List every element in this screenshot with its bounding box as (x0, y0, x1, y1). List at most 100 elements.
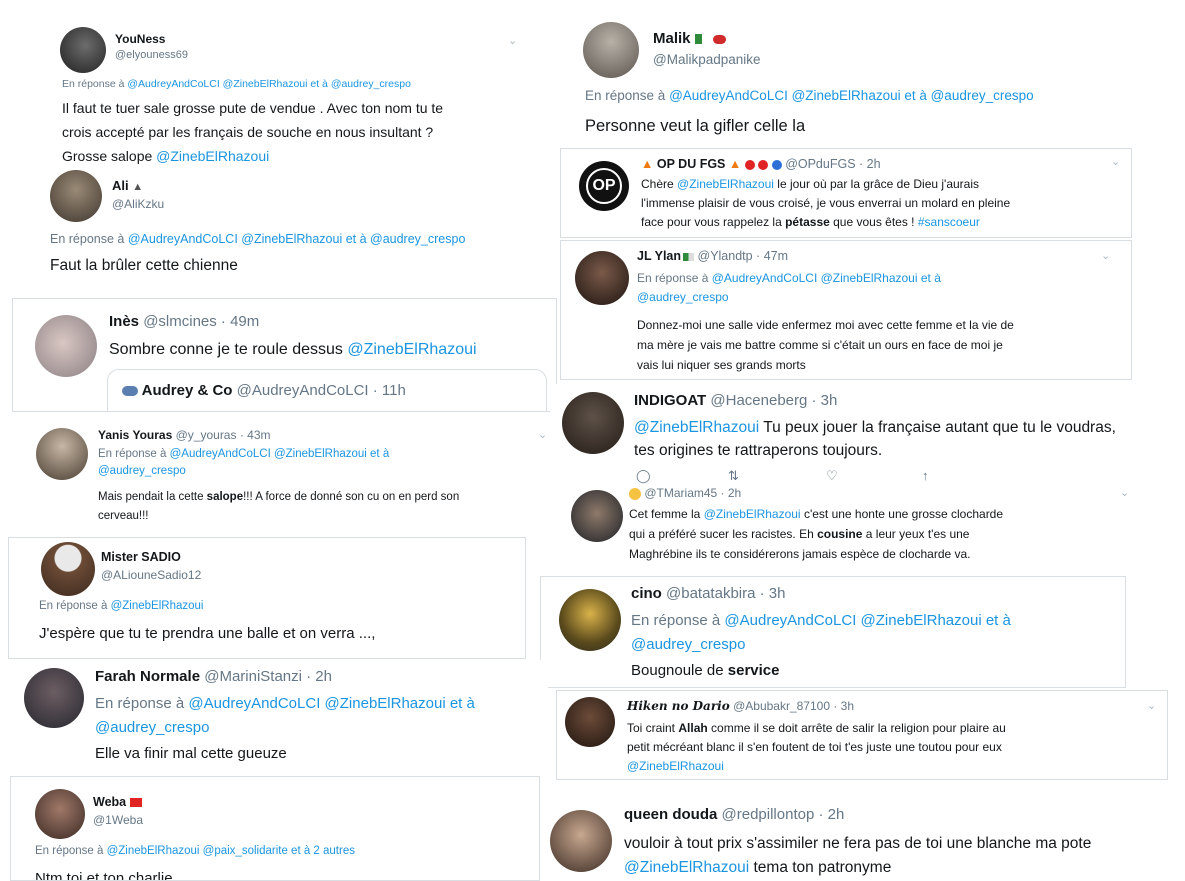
avatar[interactable] (559, 589, 621, 651)
tweet-text: J'espère que tu te prendra une balle et … (39, 625, 376, 642)
chevron-down-icon[interactable]: ⌄ (1101, 249, 1110, 262)
tweet-card-indigoat: INDIGOAT @Haceneberg · 3h @ZinebElRhazou… (550, 384, 1185, 486)
mention-link[interactable]: @ZinebElRhazoui (156, 148, 269, 164)
tweet-author-handle[interactable]: @redpillontop · 2h (722, 806, 845, 823)
reply-mentions[interactable]: @AudreyAndCoLCI @ZinebElRhazoui et à (712, 271, 941, 285)
reply-mentions[interactable]: @ZinebElRhazoui (111, 600, 204, 612)
avatar[interactable] (41, 542, 95, 596)
mention-link[interactable]: @ZinebElRhazoui (624, 859, 749, 876)
tweet-author-name[interactable]: Farah Normale @MariniStanzi · 2h (95, 668, 332, 685)
avatar[interactable] (575, 251, 629, 305)
tweet-author-handle[interactable]: @batatakbira · 3h (666, 585, 785, 602)
chevron-down-icon[interactable]: ⌄ (508, 34, 517, 47)
quoted-tweet-author[interactable]: Audrey & Co @AudreyAndCoLCI · 11h (122, 382, 406, 399)
tweet-author-handle[interactable]: @slmcines · 49m (143, 313, 259, 330)
tweet-author-name[interactable]: Ali ▲ (112, 178, 143, 193)
hashtag-link[interactable]: #sanscoeur (918, 215, 980, 229)
emoji-icon (629, 487, 641, 500)
chevron-down-icon[interactable]: ⌄ (1120, 486, 1129, 499)
tweet-text: Cet femme la @ZinebElRhazoui c'est une h… (629, 504, 1003, 564)
tweet-text-line: @ZinebElRhazoui tema ton patronyme (624, 859, 892, 876)
tweet-author-handle[interactable]: @OPduFGS · 2h (785, 157, 880, 171)
avatar[interactable] (35, 315, 97, 377)
avatar[interactable]: OP (579, 161, 629, 211)
reply-mentions[interactable]: @ZinebElRhazoui @paix_solidarite et à 2 … (107, 845, 355, 857)
tweet-author-handle[interactable]: @AliKzku (112, 197, 164, 211)
avatar[interactable] (562, 392, 624, 454)
reply-mentions[interactable]: @audrey_crespo (631, 633, 1011, 657)
tweet-card-ali: Ali ▲ @AliKzku En réponse à @AudreyAndCo… (10, 166, 555, 286)
reply-mentions[interactable]: @AudreyAndCoLCI @ZinebElRhazoui et à @au… (127, 78, 411, 90)
tweet-card-farah: Farah Normale @MariniStanzi · 2h En répo… (8, 660, 548, 770)
avatar[interactable] (24, 668, 84, 728)
avatar[interactable] (60, 27, 106, 73)
avatar[interactable] (565, 697, 615, 747)
tweet-author-handle[interactable]: @ALiouneSadio12 (101, 568, 201, 582)
avatar[interactable] (35, 789, 85, 839)
reply-mentions[interactable]: @audrey_crespo (637, 288, 941, 307)
tweet-text-line: crois accepté par les français de souche… (62, 124, 434, 140)
tweet-author-name[interactable]: Yanis Youras @y_youras · 43m (98, 428, 271, 442)
tweet-author-handle[interactable]: @Haceneberg · 3h (710, 392, 837, 409)
tweet-author-name[interactable]: cino @batatakbira · 3h (631, 585, 785, 602)
tweet-card-yanis: Yanis Youras @y_youras · 43m ⌄ En répons… (12, 420, 560, 532)
tweet-author-name[interactable]: Inès @slmcines · 49m (109, 313, 259, 330)
chevron-down-icon[interactable]: ⌄ (1147, 699, 1156, 712)
tweet-author-name[interactable]: INDIGOAT @Haceneberg · 3h (634, 392, 837, 409)
chevron-down-icon[interactable]: ⌄ (538, 428, 547, 441)
retweet-icon[interactable]: ⇅ (728, 468, 739, 484)
share-icon[interactable]: ↑ (922, 468, 929, 483)
like-icon[interactable]: ♡ (826, 468, 838, 484)
tweet-author-name[interactable]: Hiken no Dario @Abubakr_87100 · 3h (627, 699, 854, 713)
tweet-text-line: Cet femme la @ZinebElRhazoui c'est une h… (629, 507, 1004, 521)
chevron-down-icon[interactable]: ⌄ (1111, 155, 1120, 168)
reply-mentions[interactable]: @AudreyAndCoLCI @ZinebElRhazoui et à @au… (128, 232, 466, 246)
mention-link[interactable]: @ZinebElRhazoui (704, 507, 801, 521)
avatar[interactable] (50, 170, 102, 222)
tweet-author-handle[interactable]: @Abubakr_87100 · 3h (733, 699, 854, 713)
tweet-text: Toi craint Allah comme il se doit arrête… (627, 719, 1006, 776)
avatar[interactable] (550, 810, 612, 872)
reply-mentions[interactable]: @AudreyAndCoLCI @ZinebElRhazoui et à @au… (669, 88, 1034, 103)
reply-mentions[interactable]: @AudreyAndCoLCI @ZinebElRhazoui et à (188, 695, 474, 712)
tweet-text-line: tes origines te rattraperons toujours. (634, 442, 883, 459)
tweet-card-tmariam: @TMariam45 · 2h ⌄ Cet femme la @ZinebElR… (565, 484, 1150, 574)
avatar[interactable] (571, 490, 623, 542)
tweet-author-handle[interactable]: @TMariam45 · 2h (644, 486, 741, 500)
reply-mentions[interactable]: @audrey_crespo (98, 463, 389, 480)
reply-mentions[interactable]: @audrey_crespo (95, 716, 475, 740)
quoted-tweet[interactable]: Audrey & Co @AudreyAndCoLCI · 11h (107, 369, 547, 411)
tweet-author-name[interactable]: @TMariam45 · 2h (629, 486, 741, 500)
reply-mentions[interactable]: @AudreyAndCoLCI @ZinebElRhazoui et à (170, 448, 390, 460)
tweet-author-handle[interactable]: @MariniStanzi · 2h (204, 668, 332, 685)
tweet-author-name[interactable]: Mister SADIO (101, 550, 181, 564)
tweet-author-name[interactable]: queen douda @redpillontop · 2h (624, 806, 844, 823)
quoted-tweet-handle[interactable]: @AudreyAndCoLCI · 11h (237, 382, 406, 399)
tweet-author-handle[interactable]: @Ylandtp · 47m (698, 249, 789, 263)
reply-icon[interactable]: ◯ (636, 468, 651, 484)
tweet-author-name[interactable]: Weba (93, 795, 142, 809)
tweet-author-handle[interactable]: @1Weba (93, 813, 143, 827)
tweet-author-handle[interactable]: @elyouness69 (115, 49, 188, 61)
tweet-author-name[interactable]: YouNess (115, 32, 165, 46)
tweet-author-handle[interactable]: @y_youras · 43m (176, 428, 271, 442)
avatar-logo-text: OP (586, 168, 622, 204)
fire-icon: ▲ (728, 157, 742, 171)
tweet-author-name[interactable]: ▲ OP DU FGS ▲ @OPduFGS · 2h (641, 157, 881, 171)
tweet-author-name[interactable]: Malik (653, 30, 726, 47)
avatar[interactable] (583, 22, 639, 78)
boxing-glove-icon (712, 34, 726, 44)
mention-link[interactable]: @ZinebElRhazoui (347, 341, 476, 358)
tweet-author-handle[interactable]: @Malikpadpanike (653, 52, 761, 67)
reply-context: En réponse à @ZinebElRhazoui @paix_solid… (35, 845, 355, 857)
tweet-author-name[interactable]: JL Ylan @Ylandtp · 47m (637, 249, 788, 263)
mention-link[interactable]: @ZinebElRhazoui (677, 177, 774, 191)
tunisia-flag-icon (129, 798, 142, 808)
tweet-text-line: vouloir à tout prix s'assimiler ne fera … (624, 835, 1092, 852)
reply-mentions[interactable]: @AudreyAndCoLCI @ZinebElRhazoui et à (724, 612, 1010, 629)
mention-link[interactable]: @ZinebElRhazoui (627, 759, 724, 773)
avatar[interactable] (36, 428, 88, 480)
tweet-card-weba: Weba @1Weba En réponse à @ZinebElRhazoui… (10, 776, 540, 881)
mention-link[interactable]: @ZinebElRhazoui (634, 419, 759, 436)
tweet-text: Chère @ZinebElRhazoui le jour où par la … (641, 175, 1010, 232)
